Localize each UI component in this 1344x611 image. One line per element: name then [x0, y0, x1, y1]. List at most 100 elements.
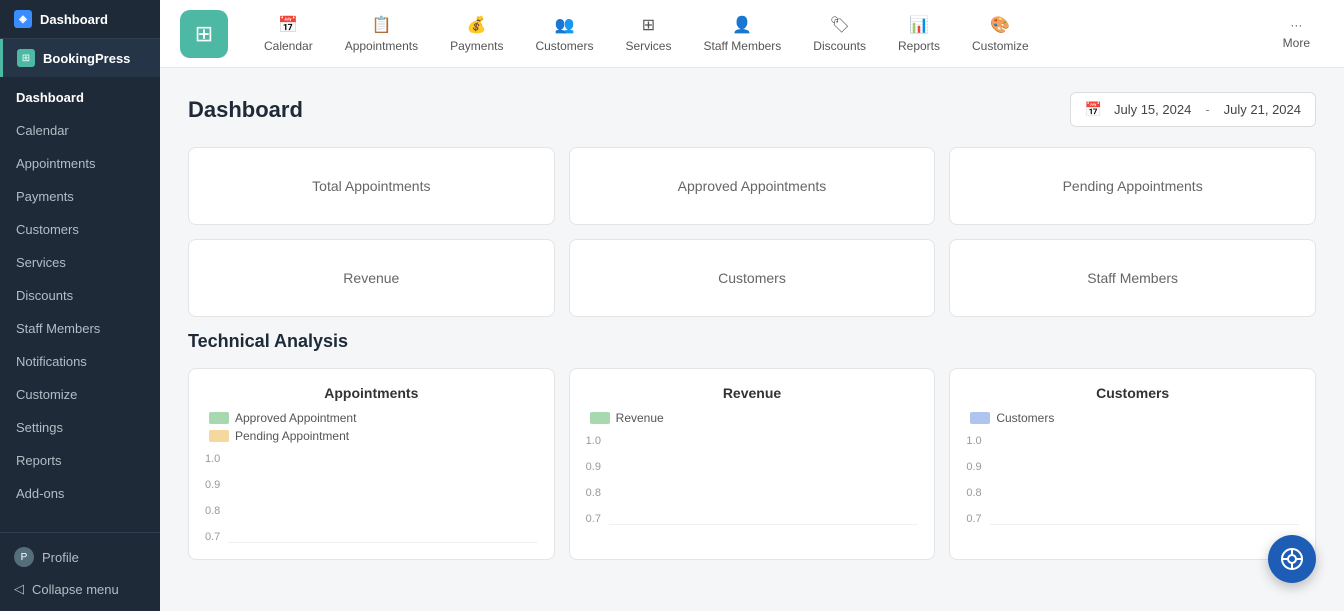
plugin-name: BookingPress: [43, 51, 130, 66]
date-start: July 15, 2024: [1114, 102, 1191, 117]
sidebar-item-appointments[interactable]: Appointments: [0, 147, 160, 180]
payments-icon: 💰: [467, 15, 487, 35]
topnav-label: Staff Members: [703, 39, 781, 53]
topnav-item-customers[interactable]: 👥Customers: [519, 7, 609, 61]
y-label: 1.0: [586, 435, 601, 447]
h-line: [610, 524, 918, 525]
collapse-icon: ◁: [14, 581, 24, 597]
plugin-icon: ⊞: [17, 49, 35, 67]
y-label: 1.0: [205, 453, 220, 465]
stat-card-label: Customers: [718, 270, 786, 286]
chart-content: [990, 524, 1299, 525]
stat-card-label: Staff Members: [1087, 270, 1178, 286]
legend-label: Customers: [996, 411, 1054, 425]
y-axis: 1.00.90.80.7: [205, 453, 220, 543]
staff members-icon: 👤: [732, 15, 752, 35]
sidebar-bottom: P Profile ◁ Collapse menu: [0, 532, 160, 611]
y-label: 0.8: [205, 505, 220, 517]
app-name: Dashboard: [40, 12, 108, 27]
analysis-card-title: Appointments: [205, 385, 538, 401]
sidebar-item-dashboard[interactable]: Dashboard: [0, 81, 160, 114]
plugin-brand[interactable]: ⊞ BookingPress: [0, 39, 160, 77]
profile-label: Profile: [42, 550, 79, 565]
topnav-label: Reports: [898, 39, 940, 53]
topnav-item-services[interactable]: ⊞ Services: [609, 7, 687, 61]
y-label: 0.9: [586, 461, 601, 473]
sidebar: ◈ Dashboard ⊞ BookingPress DashboardCale…: [0, 0, 160, 611]
legend-row: Pending Appointment: [209, 429, 538, 443]
sidebar-item-customers[interactable]: Customers: [0, 213, 160, 246]
profile-item[interactable]: P Profile: [14, 543, 146, 571]
chart-lines: [609, 524, 918, 525]
avatar: P: [14, 547, 34, 567]
date-range-picker[interactable]: 📅 July 15, 2024 - July 21, 2024: [1070, 92, 1316, 127]
more-icon: ···: [1290, 18, 1302, 32]
help-fab[interactable]: [1268, 535, 1316, 583]
chart-area: 1.0 0.9 0.8 0.7: [586, 435, 919, 525]
legend-color: [209, 412, 229, 424]
stat-card-staff-members[interactable]: Staff Members: [949, 239, 1316, 317]
more-label: More: [1283, 36, 1310, 50]
sidebar-item-settings[interactable]: Settings: [0, 411, 160, 444]
topnav-item-appointments[interactable]: 📋Appointments: [329, 7, 434, 61]
stat-card-label: Revenue: [343, 270, 399, 286]
topnav-label: Calendar: [264, 39, 313, 53]
sidebar-item-discounts[interactable]: Discounts: [0, 279, 160, 312]
legend-color: [590, 412, 610, 424]
customers-icon: 👥: [555, 15, 575, 35]
topnav-item-calendar[interactable]: 📅 Calendar: [248, 7, 329, 61]
legend-label: Revenue: [616, 411, 664, 425]
topnav-label: Customize: [972, 39, 1029, 53]
y-label: 0.8: [586, 487, 601, 499]
y-label: 0.7: [586, 513, 601, 525]
collapse-menu-item[interactable]: ◁ Collapse menu: [14, 577, 146, 601]
topnav-item-customize[interactable]: 🎨Customize: [956, 7, 1045, 61]
chart-content: [228, 542, 537, 543]
topnav-item-discounts[interactable]: 🏷Discounts: [797, 7, 882, 61]
legend-color: [970, 412, 990, 424]
sidebar-item-customize[interactable]: Customize: [0, 378, 160, 411]
stat-card-total-appointments[interactable]: Total Appointments: [188, 147, 555, 225]
topnav-label: Services: [625, 39, 671, 53]
topnav-item-reports[interactable]: 📊Reports: [882, 7, 956, 61]
main-area: ⊞ 📅Calendar📋Appointments💰Payments👥Custom…: [160, 0, 1344, 611]
legend-color: [209, 430, 229, 442]
analysis-card-appointments: Appointments Approved Appointment Pendin…: [188, 368, 555, 560]
sidebar-item-staff-members[interactable]: Staff Members: [0, 312, 160, 345]
h-line: [991, 524, 1299, 525]
topnav-item-staff-members[interactable]: 👤 Staff Members: [687, 7, 797, 61]
topnav-item-payments[interactable]: 💰Payments: [434, 7, 519, 61]
app-icon: ◈: [14, 10, 32, 28]
y-label: 0.7: [205, 531, 220, 543]
sidebar-item-notifications[interactable]: Notifications: [0, 345, 160, 378]
sidebar-item-reports[interactable]: Reports: [0, 444, 160, 477]
page-title: Dashboard: [188, 97, 303, 123]
analysis-cards-row: Appointments Approved Appointment Pendin…: [188, 368, 1316, 560]
sidebar-item-calendar[interactable]: Calendar: [0, 114, 160, 147]
stat-card-revenue[interactable]: Revenue: [188, 239, 555, 317]
legend-label: Pending Appointment: [235, 429, 349, 443]
analysis-card-title: Revenue: [586, 385, 919, 401]
chart-content: [609, 524, 918, 525]
calendar-icon: 📅: [278, 15, 298, 35]
y-axis: 1.0 0.9 0.8 0.7: [586, 435, 601, 525]
analysis-card-customers: Customers Customers 1.00.90.80.7: [949, 368, 1316, 560]
h-line: [229, 542, 537, 543]
legend-label: Approved Appointment: [235, 411, 356, 425]
app-brand[interactable]: ◈ Dashboard: [0, 0, 160, 39]
sidebar-item-payments[interactable]: Payments: [0, 180, 160, 213]
y-label: 0.8: [966, 487, 981, 499]
topnav-more-button[interactable]: ··· More: [1269, 10, 1324, 58]
legend-row: Revenue: [590, 411, 919, 425]
stat-card-pending-appointments[interactable]: Pending Appointments: [949, 147, 1316, 225]
services-icon: ⊞: [642, 15, 655, 35]
sidebar-item-add-ons[interactable]: Add-ons: [0, 477, 160, 510]
stat-card-approved-appointments[interactable]: Approved Appointments: [569, 147, 936, 225]
top-nav: ⊞ 📅Calendar📋Appointments💰Payments👥Custom…: [160, 0, 1344, 68]
sidebar-item-services[interactable]: Services: [0, 246, 160, 279]
analysis-section-title: Technical Analysis: [188, 331, 1316, 352]
sidebar-nav: DashboardCalendarAppointmentsPaymentsCus…: [0, 77, 160, 532]
content-area: Dashboard 📅 July 15, 2024 - July 21, 202…: [160, 68, 1344, 611]
stat-card-customers[interactable]: Customers: [569, 239, 936, 317]
y-label: 0.9: [966, 461, 981, 473]
